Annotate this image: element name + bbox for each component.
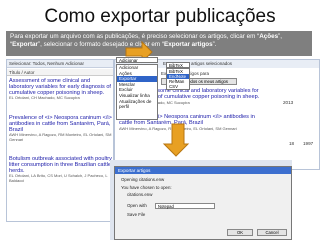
dialog-file-title: Opening citations.enw — [121, 177, 165, 182]
open-with-radio[interactable]: Open with — [127, 203, 147, 208]
list-item[interactable]: Botulism outbreak associated with poultr… — [9, 156, 113, 183]
arrow-down-left-icon — [162, 123, 190, 157]
article-title[interactable]: Prevalence of <i> Neospora caninum </i> … — [9, 115, 113, 133]
page-title: Como exportar publicações — [44, 6, 276, 27]
dialog-prompt: You have chosen to open: — [121, 185, 172, 190]
menu-item[interactable]: Atualizações de perfil — [117, 99, 157, 110]
actions-select[interactable]: Adicionar — [116, 57, 158, 63]
save-file-radio[interactable]: Save File — [127, 212, 145, 217]
ok-button[interactable]: OK — [227, 229, 253, 236]
list-item[interactable]: Prevalence of <i> Neospora caninum </i> … — [9, 115, 113, 142]
save-dialog: Exportar artigos Opening citations.enw Y… — [114, 166, 292, 240]
cite-year: 1997 — [303, 141, 314, 146]
year-value: 2013 — [283, 100, 294, 105]
instruction-part4: ”. — [212, 41, 217, 48]
instruction-exportar-artigos: Exportar artigos — [164, 41, 213, 48]
instruction-exportar: Exportar — [12, 41, 39, 48]
cite-count: 18 — [289, 141, 295, 146]
format-options: BibTeX EndNote RefMan CSV — [166, 68, 190, 90]
column-header: Título / Autor — [7, 69, 113, 76]
article-authors: EL Ortolani, CH Machado, MC Sucupira — [9, 95, 80, 100]
dialog-filename: citations.enw — [127, 192, 153, 197]
article-authors: AWH Minervino, A Ragozo, RM Monteiro, EL… — [119, 126, 237, 131]
dialog-title: Exportar artigos — [115, 167, 291, 174]
selection-toolbar[interactable]: Selecionar: Todos, Nenhum Adicionar — [7, 60, 113, 68]
instruction-banner: Para exportar um arquivo com as publicaç… — [6, 31, 312, 56]
list-item[interactable]: Assessment of some clinical and laborato… — [9, 78, 113, 101]
article-title[interactable]: Assessment of some clinical and laborato… — [9, 78, 113, 96]
format-option[interactable]: CSV — [167, 84, 189, 89]
article-title[interactable]: Botulism outbreak associated with poultr… — [9, 156, 113, 174]
article-authors: AWH Minervino, A Ragozo, RM Monteiro, EL… — [9, 132, 112, 142]
open-with-select[interactable]: Notepad — [155, 203, 215, 209]
articles-window: Selecionar: Todos, Nenhum Adicionar Títu… — [6, 59, 114, 222]
format-select[interactable]: BibTeX — [166, 62, 190, 68]
article-authors: EL Ortolani, LA Brito, CS Mori, U Schalc… — [9, 173, 108, 183]
instruction-part1: Para exportar um arquivo com as publicaç… — [10, 33, 260, 40]
actions-menu: Adicionar Ações Exportar Mesclar Excluir… — [116, 64, 158, 120]
instruction-acoes: Ações — [259, 33, 279, 40]
cancel-button[interactable]: Cancel — [257, 229, 287, 236]
